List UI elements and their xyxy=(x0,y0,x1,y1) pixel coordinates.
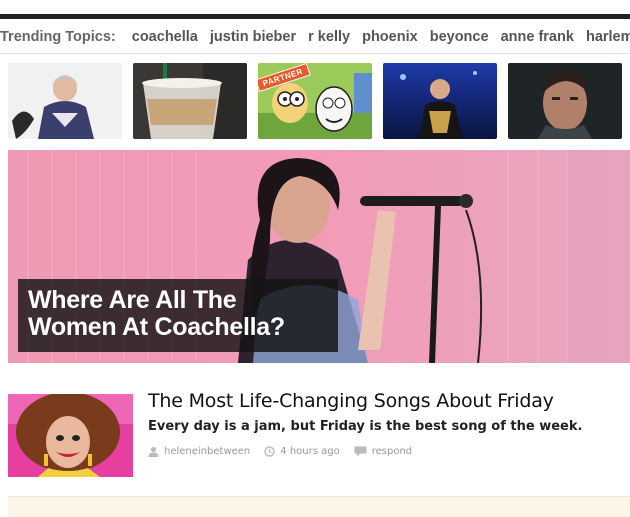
hero-title-line-1: Where Are All The xyxy=(28,286,237,314)
next-story-strip xyxy=(8,496,630,517)
thumbnail-story-4[interactable] xyxy=(383,63,497,139)
author-name: heleneinbetween xyxy=(164,446,251,457)
clock-icon xyxy=(264,446,275,457)
hero-title[interactable]: Where Are All The Women At Coachella? xyxy=(18,279,338,352)
thumbnail-story-1[interactable] xyxy=(8,63,122,139)
trending-topics-bar: Trending Topics: coachella justin bieber… xyxy=(0,26,630,50)
trending-topic-justin-bieber[interactable]: justin bieber xyxy=(210,29,296,45)
article-title[interactable]: The Most Life-Changing Songs About Frida… xyxy=(148,390,554,412)
article-image xyxy=(8,394,133,477)
user-icon xyxy=(148,446,159,457)
trending-topic-harlem[interactable]: harlem xyxy=(586,29,630,45)
trending-topic-beyonce[interactable]: beyonce xyxy=(430,29,489,45)
thumbnail-story-2[interactable] xyxy=(133,63,247,139)
trending-topic-coachella[interactable]: coachella xyxy=(132,29,198,45)
trending-topic-anne-frank[interactable]: anne frank xyxy=(501,29,574,45)
article-description: Every day is a jam, but Friday is the be… xyxy=(148,419,583,434)
thumbnail-image-1 xyxy=(8,63,122,139)
article-meta: heleneinbetween 4 hours ago respond xyxy=(148,446,426,457)
timestamp-text: 4 hours ago xyxy=(280,446,340,457)
comment-icon xyxy=(354,446,367,457)
trending-topic-phoenix[interactable]: phoenix xyxy=(362,29,418,45)
hero-story[interactable]: Where Are All The Women At Coachella? xyxy=(8,150,630,363)
respond-text: respond xyxy=(371,446,413,457)
author-link[interactable]: heleneinbetween xyxy=(148,446,250,457)
top-border xyxy=(0,14,630,19)
thumbnail-image-2 xyxy=(133,63,247,139)
trending-label: Trending Topics: xyxy=(0,29,116,45)
thumbnail-story-5[interactable] xyxy=(508,63,622,139)
article-thumbnail[interactable] xyxy=(8,394,133,477)
divider xyxy=(0,53,630,54)
hero-title-line-2: Women At Coachella? xyxy=(28,313,285,341)
thumbnail-image-5 xyxy=(508,63,622,139)
trending-topic-r-kelly[interactable]: r kelly xyxy=(308,29,350,45)
respond-link[interactable]: respond xyxy=(354,446,412,457)
timestamp: 4 hours ago xyxy=(264,446,340,457)
thumbnail-image-4 xyxy=(383,63,497,139)
thumbnail-story-3[interactable]: PARTNER xyxy=(258,63,372,139)
